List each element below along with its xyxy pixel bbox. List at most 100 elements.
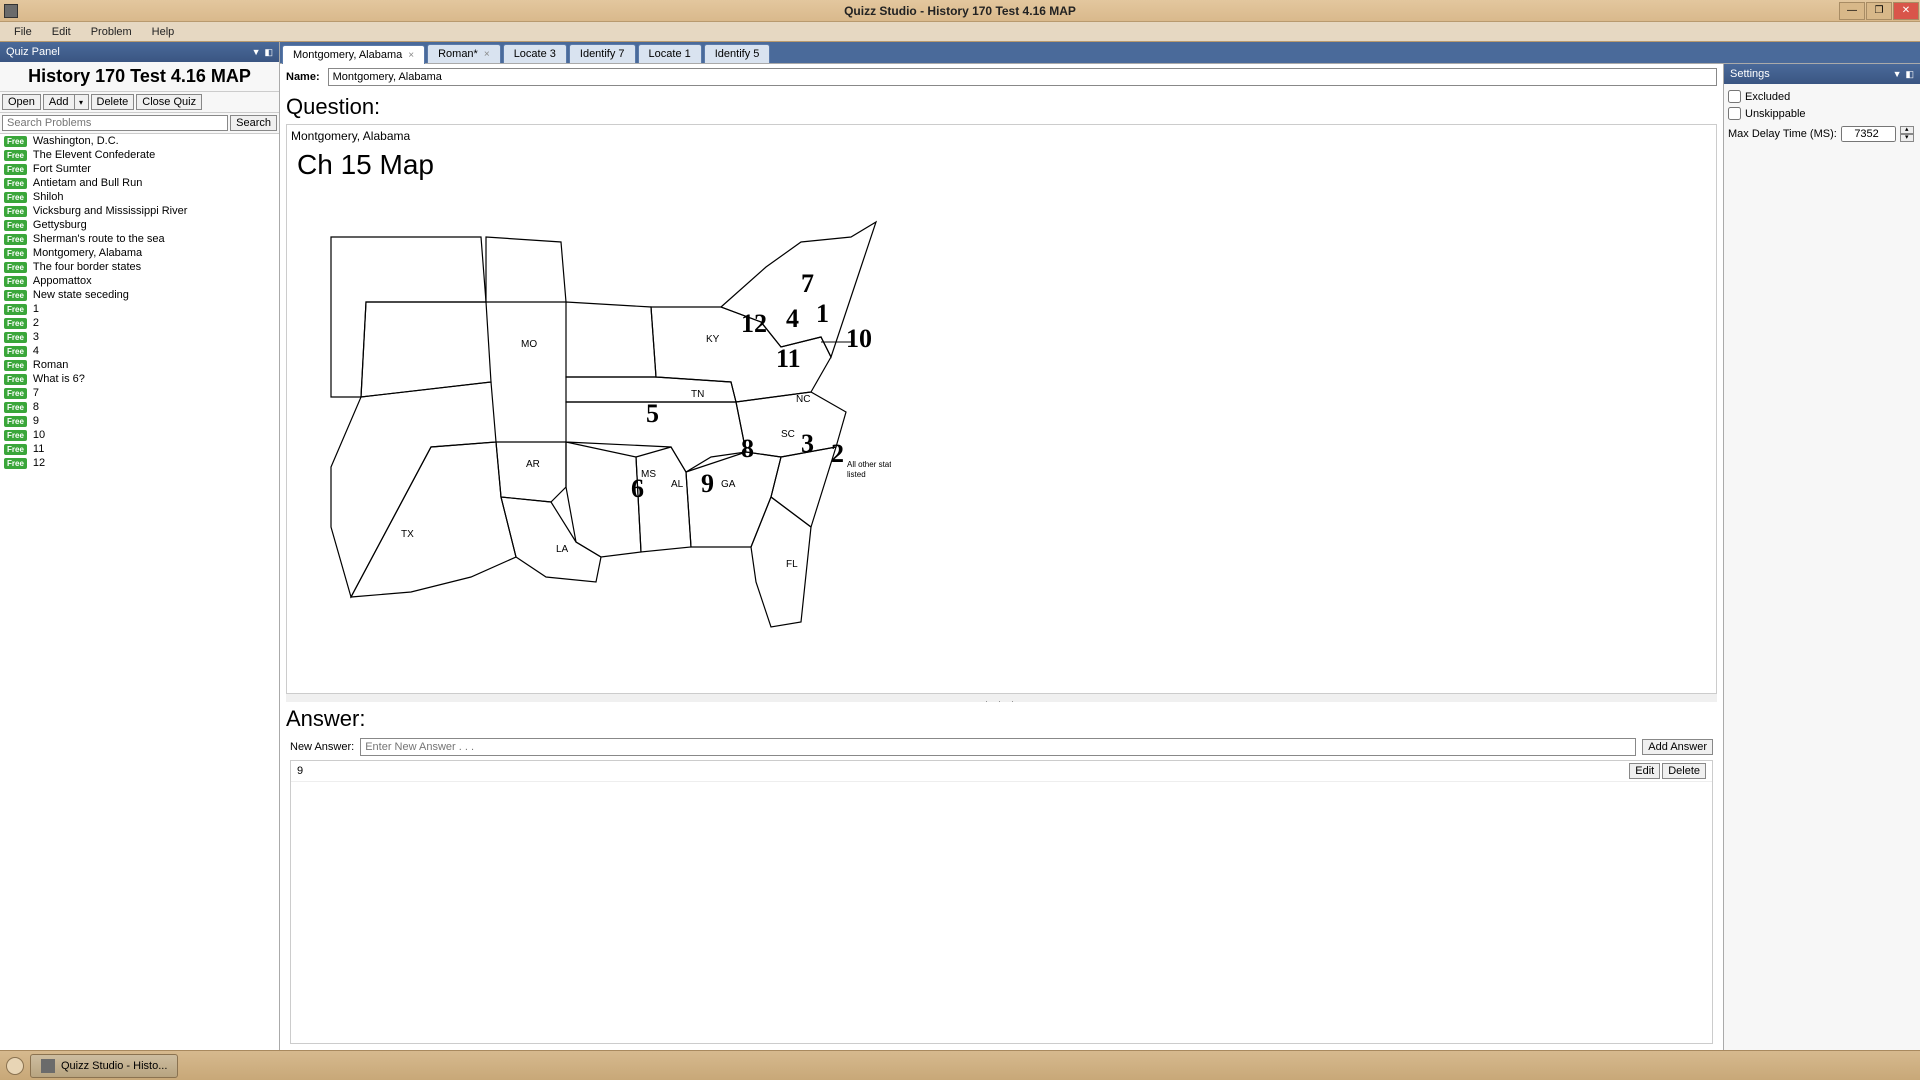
chevron-down-icon[interactable]: ▼ — [252, 47, 261, 57]
problem-item[interactable]: FreeThe four border states — [0, 260, 279, 274]
tab[interactable]: Locate 3 — [503, 44, 567, 63]
splitter[interactable]: . . . — [286, 694, 1717, 702]
free-badge: Free — [4, 178, 27, 189]
problem-item-label: The four border states — [33, 261, 141, 273]
free-badge: Free — [4, 388, 27, 399]
tab[interactable]: Roman*× — [427, 44, 501, 63]
problem-item[interactable]: FreeAntietam and Bull Run — [0, 176, 279, 190]
problem-item[interactable]: Free New state seceding — [0, 288, 279, 302]
answer-heading: Answer: — [286, 706, 1717, 732]
problem-item[interactable]: FreeSherman's route to the sea — [0, 232, 279, 246]
pin-icon[interactable]: ◧ — [264, 47, 273, 58]
taskbar-button-label: Quizz Studio - Histo... — [61, 1060, 167, 1072]
free-badge: Free — [4, 444, 27, 455]
problem-item[interactable]: FreeAppomattox — [0, 274, 279, 288]
delete-button[interactable]: Delete — [91, 94, 135, 110]
state-label-la: LA — [556, 544, 569, 555]
map-number-5: 5 — [646, 399, 659, 428]
problem-item[interactable]: Free8 — [0, 400, 279, 414]
menu-edit[interactable]: Edit — [42, 24, 81, 40]
max-delay-spinner[interactable]: ▴ ▾ — [1900, 126, 1914, 142]
window-buttons: — ❐ ✕ — [1839, 1, 1920, 20]
problem-item[interactable]: Free3 — [0, 330, 279, 344]
settings-title[interactable]: Settings ▼ ◧ — [1724, 64, 1920, 84]
excluded-row: Excluded — [1728, 88, 1916, 105]
free-badge: Free — [4, 220, 27, 231]
menu-file[interactable]: File — [4, 24, 42, 40]
free-badge: Free — [4, 136, 27, 147]
start-button[interactable] — [6, 1057, 24, 1075]
problem-item[interactable]: Free9 — [0, 414, 279, 428]
problem-item[interactable]: Free 12 — [0, 456, 279, 470]
tab[interactable]: Montgomery, Alabama× — [282, 45, 425, 64]
close-icon[interactable]: × — [484, 49, 490, 60]
menubar: File Edit Problem Help — [0, 22, 1920, 42]
tab[interactable]: Locate 1 — [638, 44, 702, 63]
menu-help[interactable]: Help — [142, 24, 185, 40]
menu-problem[interactable]: Problem — [81, 24, 142, 40]
spinner-up-icon[interactable]: ▴ — [1900, 126, 1914, 134]
problem-item-label: Fort Sumter — [33, 163, 91, 175]
problem-item[interactable]: FreeGettysburg — [0, 218, 279, 232]
answer-item: 9EditDelete — [291, 761, 1712, 782]
close-icon[interactable]: × — [408, 50, 414, 61]
problem-item[interactable]: FreeFort Sumter — [0, 162, 279, 176]
taskbar-button[interactable]: Quizz Studio - Histo... — [30, 1054, 178, 1078]
problem-item-label: 12 — [33, 457, 45, 469]
problem-item[interactable]: Free10 — [0, 428, 279, 442]
close-quiz-button[interactable]: Close Quiz — [136, 94, 202, 110]
pin-icon[interactable]: ◧ — [1905, 69, 1914, 80]
maximize-button[interactable]: ❐ — [1866, 2, 1892, 20]
spinner-down-icon[interactable]: ▾ — [1900, 134, 1914, 142]
edit-answer-button[interactable]: Edit — [1629, 763, 1660, 779]
open-button[interactable]: Open — [2, 94, 41, 110]
name-input[interactable] — [328, 68, 1717, 86]
tab[interactable]: Identify 7 — [569, 44, 636, 63]
free-badge: Free — [4, 430, 27, 441]
problem-item[interactable]: Free4 — [0, 344, 279, 358]
problem-list[interactable]: Free Washington, D.C.FreeThe Elevent Conf… — [0, 134, 279, 1050]
problem-item[interactable]: FreeMontgomery, Alabama — [0, 246, 279, 260]
search-input[interactable] — [2, 115, 228, 131]
free-badge: Free — [4, 192, 27, 203]
close-button[interactable]: ✕ — [1893, 2, 1919, 20]
problem-item[interactable]: Free Washington, D.C. — [0, 134, 279, 148]
map-number-11: 11 — [776, 344, 801, 373]
workspace: Quiz Panel ▼ ◧ History 170 Test 4.16 MAP… — [0, 42, 1920, 1050]
quiz-panel-title[interactable]: Quiz Panel ▼ ◧ — [0, 42, 279, 62]
problem-item[interactable]: Free11 — [0, 442, 279, 456]
question-area[interactable]: Montgomery, Alabama Ch 15 Map — [286, 124, 1717, 694]
minimize-button[interactable]: — — [1839, 2, 1865, 20]
add-button[interactable]: Add — [43, 94, 75, 110]
tab[interactable]: Identify 5 — [704, 44, 771, 63]
delete-answer-button[interactable]: Delete — [1662, 763, 1706, 779]
problem-item-label: Washington, D.C. — [33, 135, 119, 147]
main-area: Montgomery, Alabama×Roman*×Locate 3Ident… — [280, 42, 1920, 1050]
search-button[interactable]: Search — [230, 115, 277, 131]
free-badge: Free — [4, 458, 27, 469]
new-answer-label: New Answer: — [290, 741, 354, 753]
problem-item[interactable]: FreeThe Elevent Confederate — [0, 148, 279, 162]
unskippable-checkbox[interactable] — [1728, 107, 1741, 120]
state-label-tn: TN — [691, 389, 704, 400]
problem-item-label: New state seceding — [33, 289, 129, 301]
problem-item[interactable]: FreeShiloh — [0, 190, 279, 204]
problem-item[interactable]: FreeRoman — [0, 358, 279, 372]
problem-item[interactable]: Free2 — [0, 316, 279, 330]
free-badge: Free — [4, 402, 27, 413]
free-badge: Free — [4, 416, 27, 427]
add-dropdown[interactable]: ▾ — [75, 94, 89, 110]
new-answer-input[interactable] — [360, 738, 1636, 756]
problem-item[interactable]: FreeVicksburg and Mississippi River — [0, 204, 279, 218]
chevron-down-icon[interactable]: ▼ — [1893, 69, 1902, 79]
question-heading: Question: — [286, 94, 1717, 120]
problem-item[interactable]: FreeWhat is 6? — [0, 372, 279, 386]
free-badge: Free — [4, 290, 27, 301]
map-svg: MO KY TN NC SC GA AL MS AR LA TX — [291, 147, 891, 637]
excluded-checkbox[interactable] — [1728, 90, 1741, 103]
add-answer-button[interactable]: Add Answer — [1642, 739, 1713, 755]
problem-item[interactable]: Free7 — [0, 386, 279, 400]
problem-item[interactable]: Free1 — [0, 302, 279, 316]
max-delay-input[interactable] — [1841, 126, 1896, 142]
tabs: Montgomery, Alabama×Roman*×Locate 3Ident… — [280, 42, 1920, 63]
